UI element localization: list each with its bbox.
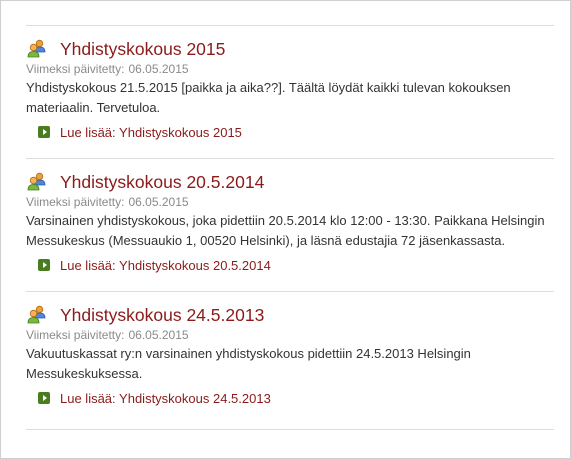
item-description: Varsinainen yhdistyskokous, joka pidetti… (26, 213, 545, 248)
read-more-prefix: Lue lisää: (60, 390, 116, 406)
read-more-title: Yhdistyskokous 2015 (119, 124, 242, 140)
item-title-row: Yhdistyskokous 2015 (26, 37, 554, 61)
updated-label: Viimeksi päivitetty: (26, 62, 125, 76)
read-more-link[interactable]: Lue lisää: Yhdistyskokous 24.5.2013 (60, 391, 271, 406)
read-more-prefix: Lue lisää: (60, 124, 116, 140)
item-title-row: Yhdistyskokous 20.5.2014 (26, 170, 554, 194)
arrow-right-icon (38, 392, 50, 404)
users-group-icon (26, 304, 48, 326)
updated-info: Viimeksi päivitetty: 06.05.2015 (26, 62, 554, 77)
list-item: Yhdistyskokous 24.5.2013 Viimeksi päivit… (26, 291, 554, 430)
updated-date: 06.05.2015 (128, 195, 189, 209)
item-title-link[interactable]: Yhdistyskokous 2015 (60, 39, 225, 60)
item-description: Vakuutuskassat ry:n varsinainen yhdistys… (26, 346, 471, 381)
updated-date: 06.05.2015 (128, 328, 189, 342)
arrow-right-icon (38, 126, 50, 138)
read-more-prefix: Lue lisää: (60, 257, 116, 273)
article-list: Yhdistyskokous 2015 Viimeksi päivitetty:… (26, 25, 554, 430)
users-group-icon (26, 38, 48, 60)
list-item: Yhdistyskokous 2015 Viimeksi päivitetty:… (26, 25, 554, 158)
read-more-row: Lue lisää: Yhdistyskokous 24.5.2013 (38, 389, 554, 407)
updated-label: Viimeksi päivitetty: (26, 328, 125, 342)
item-title-link[interactable]: Yhdistyskokous 24.5.2013 (60, 305, 264, 326)
read-more-title: Yhdistyskokous 20.5.2014 (119, 257, 271, 273)
updated-info: Viimeksi päivitetty: 06.05.2015 (26, 195, 554, 210)
read-more-title: Yhdistyskokous 24.5.2013 (119, 390, 271, 406)
read-more-link[interactable]: Lue lisää: Yhdistyskokous 2015 (60, 125, 242, 140)
updated-date: 06.05.2015 (128, 62, 189, 76)
read-more-row: Lue lisää: Yhdistyskokous 20.5.2014 (38, 256, 554, 274)
read-more-link[interactable]: Lue lisää: Yhdistyskokous 20.5.2014 (60, 258, 271, 273)
content-panel: Yhdistyskokous 2015 Viimeksi päivitetty:… (0, 0, 571, 459)
arrow-right-icon (38, 259, 50, 271)
item-title-link[interactable]: Yhdistyskokous 20.5.2014 (60, 172, 264, 193)
item-description: Yhdistyskokous 21.5.2015 [paikka ja aika… (26, 80, 511, 115)
updated-info: Viimeksi päivitetty: 06.05.2015 (26, 328, 554, 343)
read-more-row: Lue lisää: Yhdistyskokous 2015 (38, 123, 554, 141)
item-title-row: Yhdistyskokous 24.5.2013 (26, 303, 554, 327)
users-group-icon (26, 171, 48, 193)
list-item: Yhdistyskokous 20.5.2014 Viimeksi päivit… (26, 158, 554, 291)
updated-label: Viimeksi päivitetty: (26, 195, 125, 209)
